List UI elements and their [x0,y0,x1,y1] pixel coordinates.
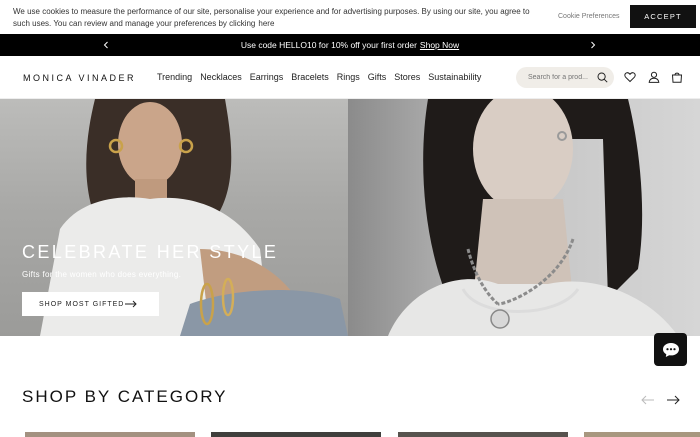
nav-item-rings[interactable]: Rings [337,72,360,82]
search-input[interactable] [528,74,594,81]
promo-bar: Use code HELLO10 for 10% off your first … [0,34,700,56]
heart-icon[interactable] [624,71,636,83]
nav-item-gifts[interactable]: Gifts [368,72,387,82]
chevron-right-icon [591,41,596,49]
arrow-right-icon[interactable] [666,395,680,405]
cookie-banner: We use cookies to measure the performanc… [0,0,700,34]
site-logo[interactable]: MONICA VINADER [23,73,136,83]
nav-item-sustainability[interactable]: Sustainability [428,72,481,82]
site-header: MONICA VINADER Trending Necklaces Earrin… [0,56,700,99]
category-card[interactable] [584,432,700,437]
hero-subtitle: Gifts for the women who does everything. [22,270,182,279]
promo-next-button[interactable] [588,39,598,51]
nav-item-stores[interactable]: Stores [394,72,420,82]
chat-widget-button[interactable] [654,333,687,366]
model-photo-right [388,99,678,336]
user-icon[interactable] [648,71,660,83]
category-card[interactable] [25,432,195,437]
category-card[interactable] [211,432,381,437]
nav-item-bracelets[interactable]: Bracelets [291,72,329,82]
search-box [516,67,614,88]
category-card[interactable] [398,432,568,437]
cookie-accept-button[interactable]: ACCEPT [630,5,696,28]
hero-image-right [348,99,700,336]
nav-item-necklaces[interactable]: Necklaces [200,72,242,82]
hero-banner: CELEBRATE HER STYLE Gifts for the women … [0,99,700,336]
nav-item-trending[interactable]: Trending [157,72,192,82]
chat-bubble-icon [662,342,679,357]
arrow-left-icon[interactable] [641,395,655,405]
shop-most-gifted-button[interactable]: SHOP MOST GIFTED [22,292,159,316]
shop-by-category-heading: SHOP BY CATEGORY [22,387,228,406]
hero-button-label: SHOP MOST GIFTED [39,300,125,308]
cookie-here-link[interactable]: here [258,19,274,28]
search-icon[interactable] [597,72,608,83]
arrow-right-icon [125,300,137,308]
cookie-preferences-link[interactable]: Cookie Preferences [558,13,619,20]
hero-title: CELEBRATE HER STYLE [22,242,279,262]
shopping-bag-icon[interactable] [671,71,683,83]
promo-shop-now-link[interactable]: Shop Now [420,40,459,50]
nav-item-earrings[interactable]: Earrings [250,72,284,82]
main-nav: Trending Necklaces Earrings Bracelets Ri… [157,72,481,82]
cookie-message: We use cookies to measure the performanc… [13,6,533,30]
promo-text: Use code HELLO10 for 10% off your first … [240,40,417,50]
